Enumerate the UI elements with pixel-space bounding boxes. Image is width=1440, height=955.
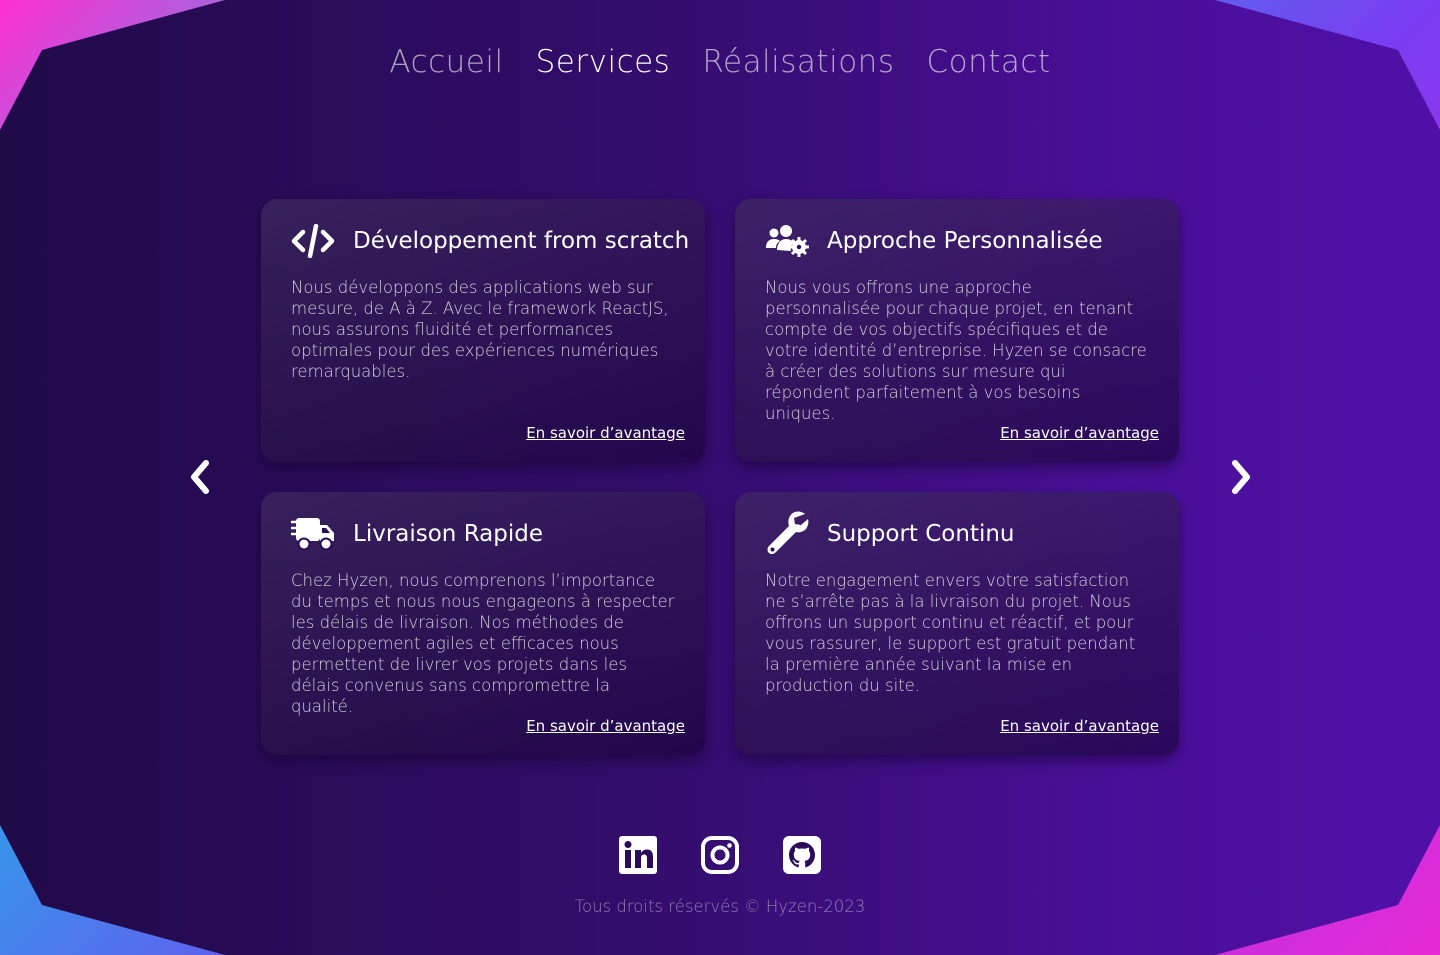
learn-more-link[interactable]: En savoir d’avantage (526, 424, 685, 442)
services-grid: Développement from scratch Nous développ… (261, 199, 1179, 755)
nav-item-contact[interactable]: Contact (926, 44, 1050, 80)
nav-item-realisations[interactable]: Réalisations (702, 44, 894, 80)
card-text: Notre engagement envers votre satisfacti… (765, 571, 1136, 695)
learn-more-link[interactable]: En savoir d’avantage (1000, 424, 1159, 442)
main-nav: Accueil Services Réalisations Contact (0, 44, 1440, 80)
service-card-approach: Approche Personnalisée Nous vous offrons… (735, 199, 1179, 462)
linkedin-icon[interactable] (619, 836, 657, 874)
learn-more-link[interactable]: En savoir d’avantage (1000, 717, 1159, 735)
card-text: Nous vous offrons une approche personnal… (765, 278, 1147, 423)
nav-item-services[interactable]: Services (536, 44, 671, 80)
service-card-development: Développement from scratch Nous développ… (261, 199, 705, 462)
instagram-icon[interactable] (701, 836, 739, 874)
service-card-delivery: Livraison Rapide Chez Hyzen, nous compre… (261, 492, 705, 755)
users-gear-icon (765, 223, 809, 259)
card-text: Nous développons des applications web su… (291, 278, 669, 381)
chevron-right-icon[interactable] (1227, 458, 1255, 496)
chevron-left-icon[interactable] (186, 458, 214, 496)
footer-copyright: Tous droits réservés © Hyzen-2023 (574, 897, 866, 916)
fast-truck-icon (291, 516, 335, 552)
card-title: Livraison Rapide (353, 521, 544, 547)
card-text: Chez Hyzen, nous comprenons l’importance… (291, 571, 675, 716)
github-icon[interactable] (783, 836, 821, 874)
card-title: Approche Personnalisée (827, 228, 1103, 254)
wrench-icon (765, 511, 809, 554)
learn-more-link[interactable]: En savoir d’avantage (526, 717, 685, 735)
card-title: Développement from scratch (353, 228, 690, 254)
nav-item-accueil[interactable]: Accueil (389, 44, 503, 80)
social-links (0, 836, 1440, 874)
service-card-support: Support Continu Notre engagement envers … (735, 492, 1179, 755)
code-icon (291, 223, 335, 259)
card-title: Support Continu (827, 521, 1015, 547)
